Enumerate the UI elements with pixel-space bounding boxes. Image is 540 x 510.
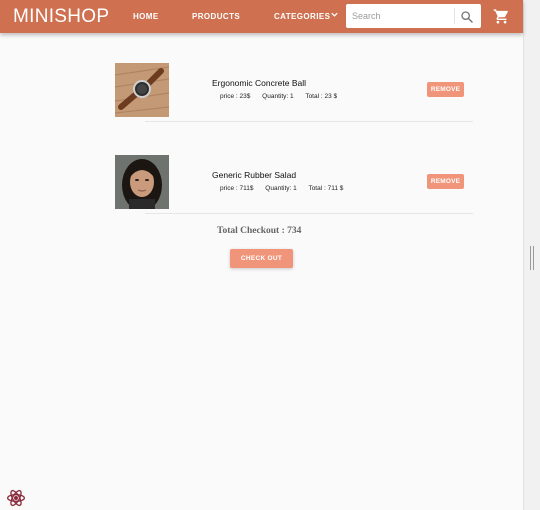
cart-item: Generic Rubber Salad price : 711$ Quanti… — [115, 155, 475, 215]
search-box — [346, 4, 481, 28]
search-divider — [454, 8, 455, 24]
nav-categories[interactable]: CATEGORIES — [274, 12, 330, 21]
product-meta: price : 711$ Quantity: 1 Total : 711 $ — [220, 185, 353, 192]
product-price: price : 711$ — [220, 185, 254, 192]
item-divider — [145, 213, 473, 214]
shopping-cart-icon[interactable] — [493, 8, 510, 25]
chevron-down-icon[interactable] — [330, 10, 339, 19]
product-price: price : 23$ — [220, 93, 251, 100]
top-navbar: MINISHOP HOME PRODUCTS CATEGORIES — [0, 0, 523, 33]
scrollbar-grip[interactable] — [530, 246, 534, 270]
react-icon[interactable] — [6, 488, 26, 508]
product-total: Total : 23 $ — [305, 93, 338, 100]
search-icon[interactable] — [459, 9, 475, 25]
nav-products[interactable]: PRODUCTS — [192, 12, 240, 21]
product-image-watch — [115, 63, 169, 117]
product-quantity: Quantity: 1 — [265, 185, 297, 192]
product-name: Generic Rubber Salad — [212, 170, 297, 180]
checkout-button[interactable]: CHECK OUT — [230, 249, 293, 268]
product-total: Total : 711 $ — [308, 185, 344, 192]
remove-button[interactable]: REMOVE — [427, 174, 464, 189]
search-input[interactable] — [346, 4, 454, 28]
product-meta: price : 23$ Quantity: 1 Total : 23 $ — [220, 93, 347, 100]
remove-button[interactable]: REMOVE — [427, 82, 464, 97]
total-checkout: Total Checkout : 734 — [217, 226, 302, 236]
item-divider — [145, 121, 473, 122]
nav-home[interactable]: HOME — [133, 12, 159, 21]
product-name: Ergonomic Concrete Ball — [212, 78, 307, 88]
product-image-portrait — [115, 155, 169, 209]
product-quantity: Quantity: 1 — [262, 93, 294, 100]
cart-item: Ergonomic Concrete Ball price : 23$ Quan… — [115, 63, 475, 123]
brand-logo[interactable]: MINISHOP — [13, 6, 109, 28]
